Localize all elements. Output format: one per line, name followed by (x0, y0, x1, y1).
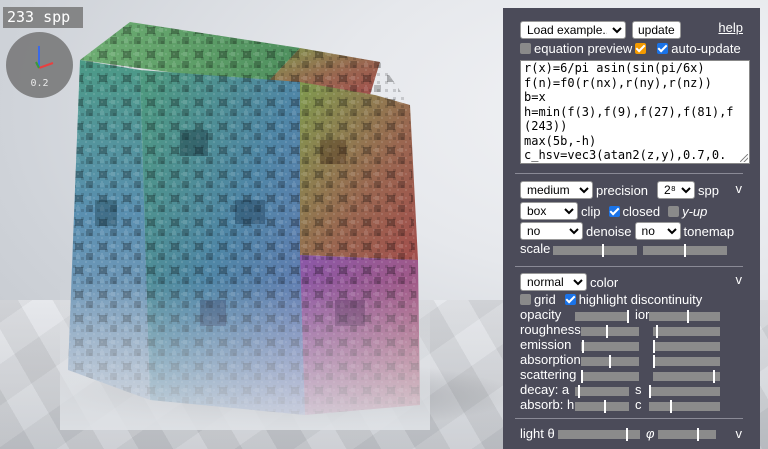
slider-thumb[interactable] (602, 244, 604, 257)
code-line: f(n)=f0(r(nx),r(ny),r(nz)) (524, 75, 712, 90)
slider-thumb[interactable] (649, 385, 651, 398)
slider-thumb[interactable] (653, 340, 655, 353)
auto-update-label: auto-update (671, 41, 741, 56)
material-slider-2[interactable] (649, 400, 720, 413)
slider-thumb[interactable] (604, 400, 606, 413)
scale-slider-1[interactable] (553, 244, 637, 257)
material-slider[interactable] (581, 370, 639, 383)
slider-thumb[interactable] (606, 325, 608, 338)
section-divider (515, 418, 743, 419)
slider-thumb[interactable] (656, 325, 658, 338)
tonemap-label: tonemap (683, 223, 735, 239)
quality-select[interactable]: medium (520, 181, 593, 199)
clip-select[interactable]: box (520, 202, 578, 220)
material-slider[interactable] (581, 340, 639, 353)
equation-preview-unset-checkbox[interactable] (520, 43, 531, 54)
slider-label-2: s (635, 382, 642, 397)
help-link[interactable]: help (718, 20, 743, 35)
slider-label: decay: a (520, 382, 570, 397)
light-phi-slider[interactable] (658, 428, 716, 441)
material-slider[interactable] (581, 355, 639, 368)
code-line: c_hsv=vec3(atan2(z,y),0.7,0. (524, 148, 727, 162)
slider-label: absorption (520, 352, 581, 367)
tonemap-select[interactable]: no (634, 222, 681, 240)
slider-label: emission (520, 337, 572, 352)
slider-thumb[interactable] (687, 310, 689, 323)
scale-label: scale (520, 241, 551, 256)
equation-preview-checkbox[interactable] (635, 43, 647, 54)
precision-label: precision (596, 182, 649, 198)
code-line: (243)) (524, 119, 568, 133)
closed-checkbox[interactable] (608, 205, 620, 217)
slider-thumb[interactable] (697, 428, 699, 441)
y-up-label: y-up (682, 203, 708, 219)
section-divider (515, 173, 743, 174)
material-slider-2[interactable] (653, 325, 720, 338)
color-mode-select[interactable]: normal (520, 273, 587, 291)
resize-grip-icon[interactable] (740, 154, 748, 162)
slider-label: roughness (520, 322, 581, 337)
light-theta-slider[interactable] (558, 428, 640, 441)
section-divider (515, 266, 743, 267)
example-select[interactable]: Load example... (520, 21, 626, 39)
slider-thumb[interactable] (670, 400, 672, 413)
spp-counter: 233 spp (3, 7, 83, 28)
render-collapse-icon[interactable]: v (736, 181, 743, 196)
equation-editor[interactable]: r(x)=6/pi asin(sin(pi/6x) f(n)=f0(r(nx),… (520, 60, 750, 164)
axes-gizmo[interactable]: 0.2 (6, 32, 73, 98)
spp-select[interactable]: 2⁸ (657, 181, 696, 199)
slider-thumb[interactable] (581, 370, 583, 383)
code-line: b=x (524, 90, 546, 104)
scale-slider-2[interactable] (643, 244, 727, 257)
material-slider[interactable] (581, 325, 639, 338)
light-phi-label: φ (646, 426, 655, 441)
material-slider[interactable] (575, 400, 629, 413)
light-theta-label: light θ (520, 426, 555, 441)
slider-thumb[interactable] (582, 340, 584, 353)
closed-label: closed (622, 203, 661, 219)
grid-checkbox[interactable] (520, 294, 531, 305)
denoise-label: denoise (586, 223, 632, 239)
slider-label: absorb: h (520, 397, 575, 412)
color-label: color (590, 274, 619, 290)
control-panel: Load example... update help equation pre… (503, 8, 760, 449)
material-slider-2[interactable] (653, 370, 720, 383)
light-collapse-icon[interactable]: v (736, 426, 743, 441)
highlight-discontinuity-checkbox[interactable] (564, 294, 576, 305)
slider-thumb[interactable] (609, 355, 611, 368)
code-line: h=min(f(3),f(9),f(27),f(81),f (524, 104, 734, 119)
slider-thumb[interactable] (653, 355, 655, 368)
material-slider-2[interactable] (649, 385, 720, 398)
grid-label: grid (534, 292, 556, 307)
gizmo-scale-label: 0.2 (30, 78, 49, 89)
slider-label: scattering (520, 367, 577, 382)
code-line: r(x)=6/pi asin(sin(pi/6x) (524, 61, 705, 75)
slider-thumb[interactable] (626, 428, 628, 441)
material-slider-2[interactable] (649, 310, 720, 323)
slider-thumb[interactable] (578, 385, 580, 398)
slider-label-2: ior (635, 307, 650, 322)
material-slider[interactable] (575, 385, 629, 398)
clip-label: clip (581, 203, 601, 219)
slider-thumb[interactable] (713, 370, 715, 383)
update-button[interactable]: update (632, 21, 681, 39)
equation-preview-label: equation preview (534, 41, 633, 56)
slider-label-2: c (635, 397, 642, 412)
code-line: max(5b,-h) (524, 133, 597, 148)
spp-label: spp (698, 182, 719, 198)
denoise-select[interactable]: no (520, 222, 583, 240)
auto-update-checkbox[interactable] (657, 43, 669, 54)
slider-thumb[interactable] (684, 244, 686, 257)
material-slider[interactable] (575, 310, 629, 323)
y-up-checkbox[interactable] (668, 205, 680, 217)
slider-label: opacity (520, 307, 562, 322)
material-slider-2[interactable] (653, 340, 720, 353)
highlight-discontinuity-label: highlight discontinuity (578, 292, 703, 307)
material-collapse-icon[interactable]: v (736, 272, 743, 287)
material-slider-2[interactable] (653, 355, 720, 368)
slider-thumb[interactable] (627, 310, 629, 323)
